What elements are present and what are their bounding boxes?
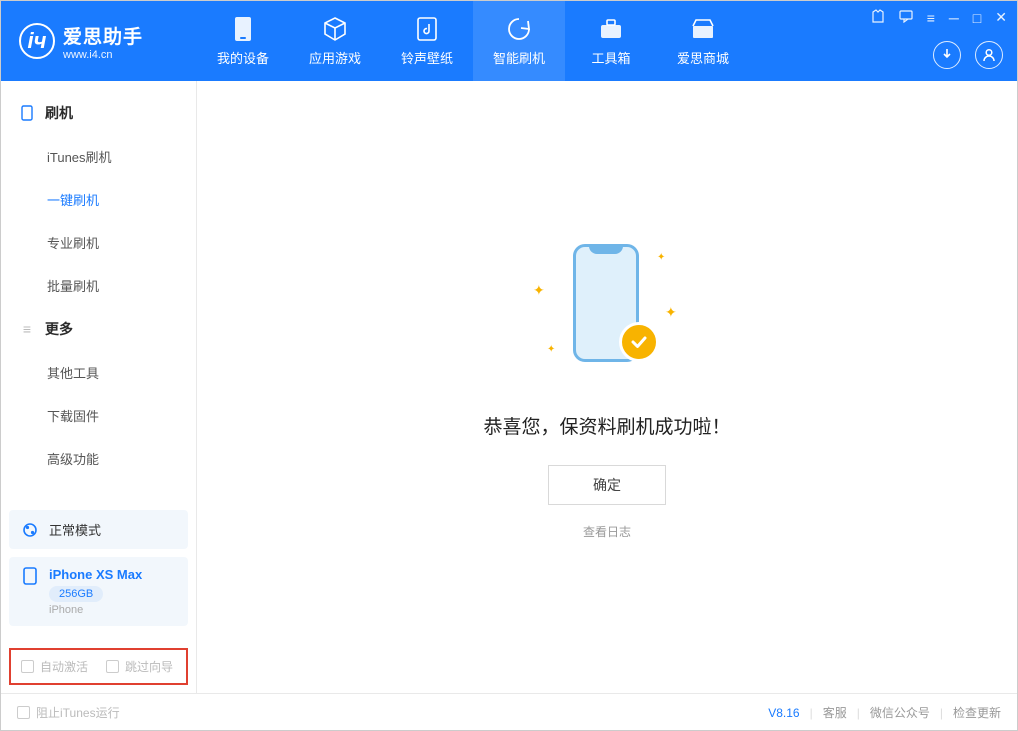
success-message: 恭喜您，保资料刷机成功啦！ — [483, 412, 730, 439]
logo-icon: iч — [19, 23, 55, 59]
device-type: iPhone — [49, 604, 142, 616]
checkbox-label: 阻止iTunes运行 — [36, 704, 120, 721]
checkbox-icon — [106, 660, 119, 673]
app-header: iч 爱思助手 www.i4.cn 我的设备 应用游戏 铃声壁纸 智能刷机 工具… — [1, 1, 1017, 81]
sparkle-icon: ✦ — [533, 282, 545, 299]
highlighted-options-row: 自动激活 跳过向导 — [9, 648, 188, 685]
logo-text: 爱思助手 www.i4.cn — [63, 22, 143, 61]
device-storage-badge: 256GB — [49, 586, 103, 602]
tab-label: 爱思商城 — [677, 48, 729, 67]
close-icon[interactable]: ✕ — [995, 9, 1007, 26]
app-url: www.i4.cn — [63, 49, 143, 61]
version-label: V8.16 — [768, 706, 799, 720]
download-button[interactable] — [933, 41, 961, 69]
menu-icon[interactable]: ≡ — [927, 10, 935, 26]
footer-link-support[interactable]: 客服 — [823, 704, 847, 721]
nav-tabs: 我的设备 应用游戏 铃声壁纸 智能刷机 工具箱 爱思商城 — [197, 1, 749, 81]
sparkle-icon: ✦ — [657, 252, 665, 263]
checkbox-label: 跳过向导 — [125, 658, 173, 675]
sidebar-item-advanced[interactable]: 高级功能 — [1, 437, 196, 480]
device-boxes: 正常模式 iPhone XS Max 256GB iPhone — [1, 502, 196, 642]
category-label: 更多 — [45, 319, 73, 339]
sidebar-category-flash: 刷机 — [1, 91, 196, 135]
checkbox-skip-guide[interactable]: 跳过向导 — [106, 658, 173, 675]
more-icon: ≡ — [19, 321, 35, 337]
mode-icon — [21, 521, 39, 539]
refresh-shield-icon — [506, 16, 532, 42]
device-info-box[interactable]: iPhone XS Max 256GB iPhone — [9, 557, 188, 626]
view-log-link[interactable]: 查看日志 — [583, 523, 631, 540]
toolbox-icon — [598, 16, 624, 42]
sidebar-item-firmware[interactable]: 下载固件 — [1, 394, 196, 437]
feedback-icon[interactable] — [899, 9, 913, 26]
maximize-icon[interactable]: □ — [973, 10, 981, 26]
skin-icon[interactable] — [871, 9, 885, 26]
body-area: 刷机 iTunes刷机 一键刷机 专业刷机 批量刷机 ≡ 更多 其他工具 下载固… — [1, 81, 1017, 693]
ok-button[interactable]: 确定 — [548, 465, 666, 505]
checkbox-label: 自动激活 — [40, 658, 88, 675]
footer-link-update[interactable]: 检查更新 — [953, 704, 1001, 721]
footer-link-wechat[interactable]: 微信公众号 — [870, 704, 930, 721]
sidebar-item-batch[interactable]: 批量刷机 — [1, 264, 196, 307]
tab-label: 智能刷机 — [493, 48, 545, 67]
tab-label: 铃声壁纸 — [401, 48, 453, 67]
tab-flash[interactable]: 智能刷机 — [473, 1, 565, 81]
sidebar-item-onekey[interactable]: 一键刷机 — [1, 178, 196, 221]
checkbox-icon — [21, 660, 34, 673]
checkbox-icon — [17, 706, 30, 719]
cube-icon — [322, 16, 348, 42]
device-phone-icon — [21, 567, 39, 585]
logo-area: iч 爱思助手 www.i4.cn — [1, 22, 197, 61]
user-button[interactable] — [975, 41, 1003, 69]
tab-toolbox[interactable]: 工具箱 — [565, 1, 657, 81]
footer: 阻止iTunes运行 V8.16 | 客服 | 微信公众号 | 检查更新 — [1, 693, 1017, 731]
device-icon — [230, 16, 256, 42]
success-illustration: ✦ ✦ ✦ ✦ — [527, 234, 687, 384]
tab-store[interactable]: 爱思商城 — [657, 1, 749, 81]
tab-label: 我的设备 — [217, 48, 269, 67]
sidebar-item-itunes[interactable]: iTunes刷机 — [1, 135, 196, 178]
tab-ringtones[interactable]: 铃声壁纸 — [381, 1, 473, 81]
store-icon — [690, 16, 716, 42]
tab-label: 工具箱 — [591, 48, 630, 67]
checkbox-auto-activate[interactable]: 自动激活 — [21, 658, 88, 675]
app-name: 爱思助手 — [63, 22, 143, 49]
sidebar-item-other-tools[interactable]: 其他工具 — [1, 351, 196, 394]
sidebar-item-pro[interactable]: 专业刷机 — [1, 221, 196, 264]
tab-apps[interactable]: 应用游戏 — [289, 1, 381, 81]
music-file-icon — [414, 16, 440, 42]
device-mode-box[interactable]: 正常模式 — [9, 510, 188, 549]
phone-icon — [19, 105, 35, 121]
device-name: iPhone XS Max — [49, 567, 142, 582]
sidebar: 刷机 iTunes刷机 一键刷机 专业刷机 批量刷机 ≡ 更多 其他工具 下载固… — [1, 81, 197, 693]
success-check-icon — [619, 322, 659, 362]
header-right-buttons — [933, 41, 1003, 69]
sidebar-category-more: ≡ 更多 — [1, 307, 196, 351]
tab-label: 应用游戏 — [309, 48, 361, 67]
sparkle-icon: ✦ — [547, 344, 555, 355]
tab-my-device[interactable]: 我的设备 — [197, 1, 289, 81]
category-label: 刷机 — [45, 103, 73, 123]
minimize-icon[interactable]: ─ — [949, 10, 959, 26]
titlebar-controls: ≡ ─ □ ✕ — [871, 9, 1007, 26]
device-mode-label: 正常模式 — [49, 520, 101, 539]
sparkle-icon: ✦ — [665, 304, 677, 321]
checkbox-block-itunes[interactable]: 阻止iTunes运行 — [17, 704, 120, 721]
main-content: ✦ ✦ ✦ ✦ 恭喜您，保资料刷机成功啦！ 确定 查看日志 — [197, 81, 1017, 693]
